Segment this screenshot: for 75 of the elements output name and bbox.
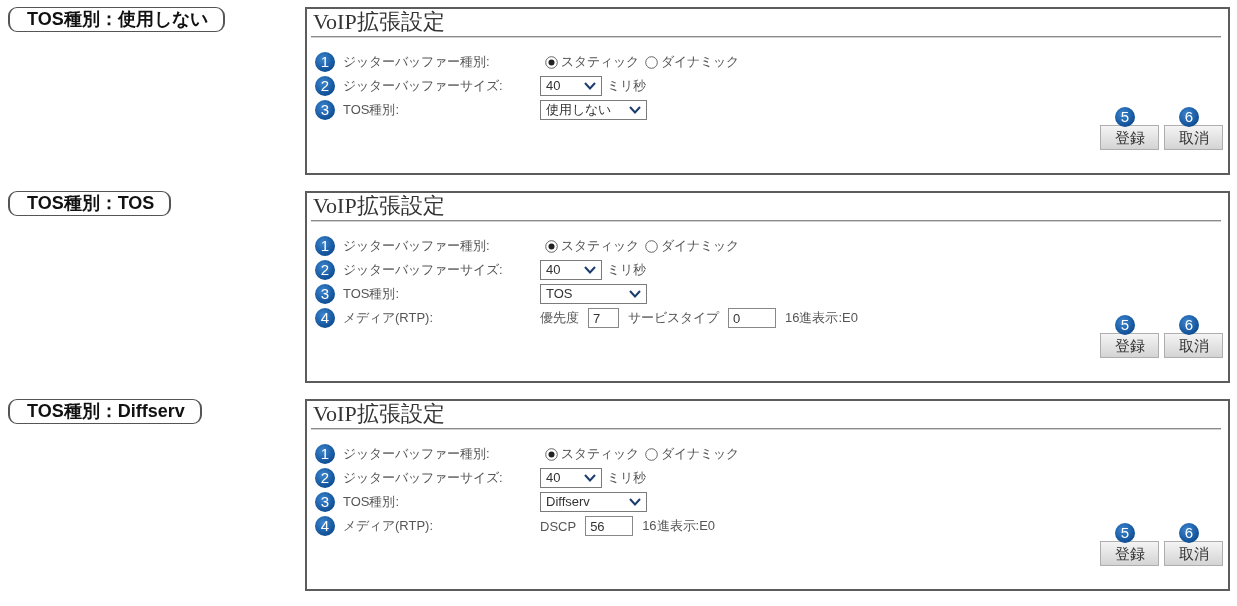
- chevron-down-icon: [584, 474, 596, 482]
- inline-label: 16進表示:E0: [642, 517, 716, 535]
- chevron-down-icon: [629, 498, 641, 506]
- caption-label: TOS種別：Diffserv: [8, 399, 202, 424]
- panel-title: VoIP拡張設定: [313, 193, 445, 219]
- chevron-down-icon: [629, 106, 641, 114]
- register-button[interactable]: 登録: [1100, 125, 1159, 150]
- unit-label: ミリ秒: [607, 77, 646, 95]
- callout-number: 5: [1115, 523, 1135, 543]
- dropdown[interactable]: TOS: [540, 284, 647, 304]
- dropdown[interactable]: 40: [540, 260, 602, 280]
- callout-number: 1: [315, 444, 335, 464]
- field-label: メディア(RTP):: [343, 517, 435, 535]
- callout-number: 3: [315, 492, 335, 512]
- caption-label: TOS種別：使用しない: [8, 7, 225, 32]
- field-label: ジッターバッファーサイズ:: [343, 469, 504, 487]
- callout-number: 2: [315, 76, 335, 96]
- inline-label: 16進表示:E0: [785, 309, 858, 327]
- dropdown[interactable]: 40: [540, 76, 602, 96]
- radio-button[interactable]: [545, 55, 558, 69]
- callout-number: 6: [1179, 107, 1199, 127]
- chevron-down-icon: [584, 82, 596, 90]
- radio-button[interactable]: [545, 239, 558, 253]
- callout-number: 3: [315, 100, 335, 120]
- callout-number: 1: [315, 52, 335, 72]
- radio-label: スタティック: [561, 237, 639, 255]
- field-label: メディア(RTP):: [343, 309, 435, 327]
- callout-number: 5: [1115, 107, 1135, 127]
- inline-label: サービスタイプ: [628, 309, 719, 327]
- unit-label: ミリ秒: [607, 261, 646, 279]
- input-field[interactable]: 0: [728, 308, 776, 328]
- callout-number: 1: [315, 236, 335, 256]
- callout-number: 4: [315, 308, 335, 328]
- field-label: ジッターバッファーサイズ:: [343, 77, 504, 95]
- radio-label: ダイナミック: [661, 445, 739, 463]
- callout-number: 4: [315, 516, 335, 536]
- radio-button[interactable]: [645, 239, 658, 253]
- field-label: ジッターバッファー種別:: [343, 237, 491, 255]
- radio-button[interactable]: [645, 55, 658, 69]
- radio-label: ダイナミック: [661, 237, 739, 255]
- cancel-button[interactable]: 取消: [1164, 125, 1223, 150]
- register-button[interactable]: 登録: [1100, 541, 1159, 566]
- radio-label: スタティック: [561, 445, 639, 463]
- input-field[interactable]: 56: [585, 516, 634, 536]
- register-button[interactable]: 登録: [1100, 333, 1159, 358]
- chevron-down-icon: [629, 290, 641, 298]
- inline-label: DSCP: [540, 518, 577, 534]
- field-label: ジッターバッファーサイズ:: [343, 261, 504, 279]
- field-label: TOS種別:: [343, 285, 401, 303]
- field-label: TOS種別:: [343, 101, 401, 119]
- unit-label: ミリ秒: [607, 469, 646, 487]
- input-field[interactable]: 7: [588, 308, 619, 328]
- radio-button[interactable]: [545, 447, 558, 461]
- field-label: ジッターバッファー種別:: [343, 53, 491, 71]
- radio-label: ダイナミック: [661, 53, 739, 71]
- chevron-down-icon: [584, 266, 596, 274]
- cancel-button[interactable]: 取消: [1164, 333, 1223, 358]
- panel-title: VoIP拡張設定: [313, 401, 445, 427]
- inline-label: 優先度: [540, 309, 579, 327]
- callout-number: 6: [1179, 523, 1199, 543]
- caption-label: TOS種別：TOS: [8, 191, 172, 216]
- panel-title: VoIP拡張設定: [313, 9, 445, 35]
- cancel-button[interactable]: 取消: [1164, 541, 1223, 566]
- radio-button[interactable]: [645, 447, 658, 461]
- dropdown[interactable]: Diffserv: [540, 492, 647, 512]
- dropdown[interactable]: 40: [540, 468, 602, 488]
- radio-label: スタティック: [561, 53, 639, 71]
- field-label: TOS種別:: [343, 493, 401, 511]
- callout-number: 2: [315, 260, 335, 280]
- callout-number: 5: [1115, 315, 1135, 335]
- dropdown[interactable]: 使用しない: [540, 100, 647, 120]
- callout-number: 6: [1179, 315, 1199, 335]
- callout-number: 3: [315, 284, 335, 304]
- field-label: ジッターバッファー種別:: [343, 445, 491, 463]
- callout-number: 2: [315, 468, 335, 488]
